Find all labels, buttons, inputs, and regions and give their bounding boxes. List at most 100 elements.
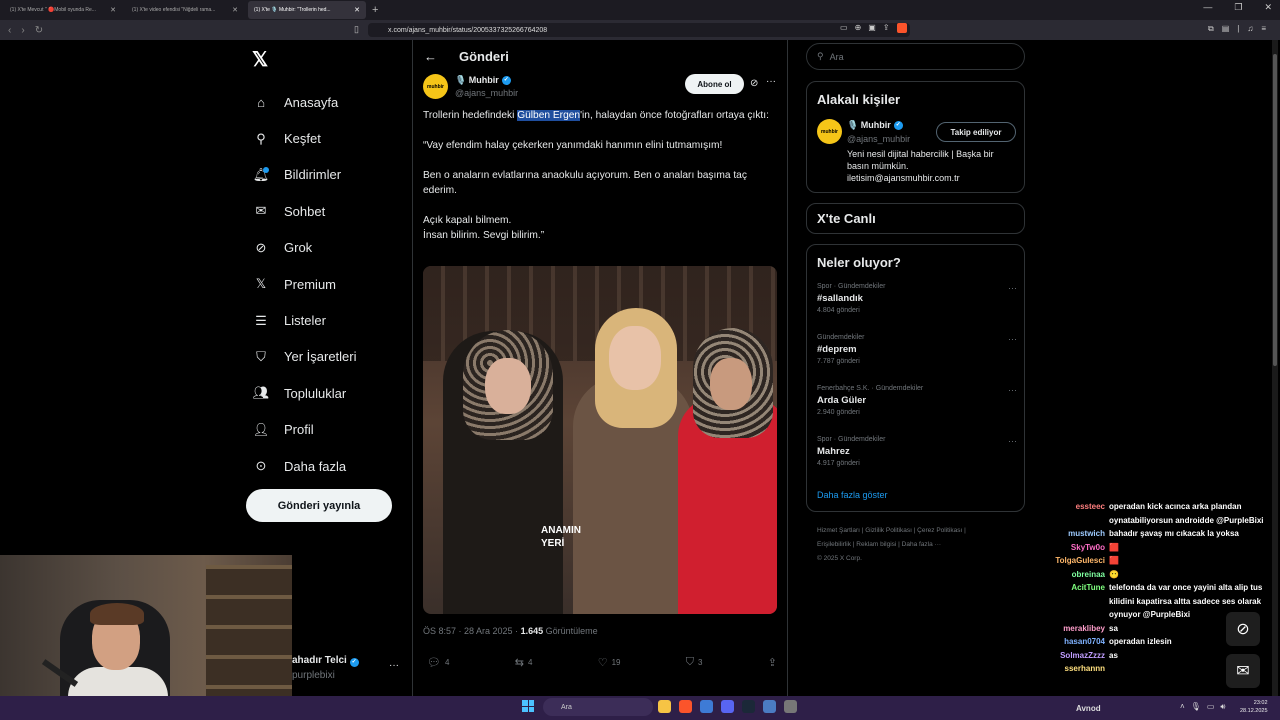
address-bar[interactable]: x.com/ajans_muhbir/status/20053373252667… xyxy=(368,23,910,37)
reload-icon[interactable]: ↻ xyxy=(35,25,43,36)
back-arrow-icon[interactable]: ← xyxy=(424,49,437,64)
grok-icon[interactable]: ⊘ xyxy=(750,78,758,89)
screenshot-icon[interactable]: ▣ xyxy=(868,23,876,33)
author-avatar[interactable]: muhbir xyxy=(423,74,448,99)
bookmark-button[interactable]: ⛉ 3 xyxy=(686,656,703,669)
new-tab-button[interactable]: + xyxy=(372,4,378,16)
bookmark-page-icon[interactable]: ▯ xyxy=(354,24,359,35)
close-tab-icon[interactable]: ✕ xyxy=(110,6,116,14)
more-options-icon[interactable]: ··· xyxy=(766,76,776,87)
footer-link-row[interactable]: Hizmet Şartları | Gizlilik Politikası | … xyxy=(817,524,1017,538)
trend-more-icon[interactable]: ··· xyxy=(1008,283,1017,293)
taskbar-clock[interactable]: 23:02 28.12.2025 xyxy=(1240,699,1268,715)
minimize-icon[interactable]: — xyxy=(1203,2,1212,13)
trend-more-icon[interactable]: ··· xyxy=(1008,334,1017,344)
grok-float-icon[interactable]: ⊘ xyxy=(1226,612,1260,646)
sidebar-item-communities[interactable]: 👥︎ Topluluklar xyxy=(252,375,402,411)
mic-icon[interactable]: 🎙︎ xyxy=(1191,702,1201,712)
messages-float-icon[interactable]: ✉ xyxy=(1226,654,1260,688)
chat-username[interactable]: sserhannn xyxy=(1040,662,1105,676)
post-photo[interactable]: ANAMIN YERİ xyxy=(423,266,777,614)
sidebar-item-notifications[interactable]: 🔔︎ Bildirimler xyxy=(252,157,402,193)
page-scrollbar[interactable] xyxy=(1272,40,1278,696)
wallet-icon[interactable]: ▤ xyxy=(1222,24,1230,34)
chat-username[interactable]: essteec xyxy=(1040,500,1105,527)
windows-start-icon[interactable] xyxy=(522,700,534,712)
following-button[interactable]: Takip ediliyor xyxy=(936,122,1016,142)
chat-message: mustwich bahadır şavaş mı cıkacak la yoks… xyxy=(1040,527,1276,541)
chat-username[interactable]: SolmazZzzz xyxy=(1040,649,1105,663)
trend-item[interactable]: Gündemdekiler #deprem 7.787 gönderi ··· xyxy=(817,334,1017,365)
discord-icon[interactable] xyxy=(721,700,734,713)
scrollbar-thumb[interactable] xyxy=(1273,54,1277,366)
browser-tab[interactable]: (1) X'te video efendisi "Niğdeli rama...… xyxy=(126,1,244,19)
trend-item[interactable]: Spor · Gündemdekiler Mahrez 4.917 gönder… xyxy=(817,436,1017,467)
taskbar-search[interactable]: Ara xyxy=(543,698,653,716)
trend-item[interactable]: Spor · Gündemdekiler #sallandık 4.804 gö… xyxy=(817,283,1017,314)
sidebar-item-home[interactable]: ⌂ Anasayfa xyxy=(252,84,402,120)
music-icon[interactable]: ♫ xyxy=(1247,24,1253,34)
chat-username[interactable]: TolgaGulesci xyxy=(1040,554,1105,568)
reader-icon[interactable]: ▭ xyxy=(840,23,848,33)
close-window-icon[interactable]: ✕ xyxy=(1264,2,1272,13)
x-logo-icon[interactable]: 𝕏 xyxy=(252,47,268,72)
search-input[interactable]: ⚲ Ara xyxy=(806,43,1025,70)
sidebar-item-profile[interactable]: 👤︎ Profil xyxy=(252,412,402,448)
network-icon[interactable]: ▭ xyxy=(1207,702,1215,712)
close-tab-icon[interactable]: ✕ xyxy=(232,6,238,14)
close-tab-icon[interactable]: ✕ xyxy=(354,6,360,14)
like-button[interactable]: ♡ 19 xyxy=(598,656,621,669)
tray-up-icon[interactable]: ˄ xyxy=(1180,702,1185,712)
reply-button[interactable]: 💬︎ 4 xyxy=(427,656,449,669)
chat-username[interactable]: meraklibey xyxy=(1040,622,1105,636)
post-time[interactable]: ÖS 8:57 · 28 Ara 2025 · xyxy=(423,626,521,636)
trend-item[interactable]: Fenerbahçe S.K. · Gündemdekiler Arda Gül… xyxy=(817,385,1017,416)
terminal-icon[interactable] xyxy=(700,700,713,713)
restore-icon[interactable]: ❐ xyxy=(1234,2,1242,13)
volume-icon[interactable]: 🔊︎ xyxy=(1220,702,1225,712)
chat-username[interactable]: mustwich xyxy=(1040,527,1105,541)
repost-button[interactable]: ⇆ 4 xyxy=(515,656,533,669)
sidebar-item-grok[interactable]: ⊘ Grok xyxy=(252,230,402,266)
sidebar-item-more[interactable]: ⊙ Daha fazla xyxy=(252,448,402,484)
brave-icon[interactable] xyxy=(679,700,692,713)
obs-icon[interactable] xyxy=(784,700,797,713)
post-button[interactable]: Gönderi yayınla xyxy=(246,489,392,522)
trend-more-icon[interactable]: ··· xyxy=(1008,385,1017,395)
subscribe-button[interactable]: Abone ol xyxy=(685,74,744,94)
sidebar-item-chat[interactable]: ✉ Sohbet xyxy=(252,193,402,229)
brave-shield-icon[interactable] xyxy=(896,23,907,33)
show-more-link[interactable]: Daha fazla göster xyxy=(817,490,888,500)
steam-icon[interactable] xyxy=(742,700,755,713)
back-icon[interactable]: ‹ xyxy=(8,25,11,36)
share-button[interactable]: ⇪ xyxy=(768,656,777,669)
related-name[interactable]: 🎙️ Muhbir ✓ xyxy=(847,120,903,131)
forward-icon[interactable]: › xyxy=(21,25,24,36)
author-info[interactable]: 🎙️ Muhbir ✓ @ajans_muhbir xyxy=(455,75,518,98)
chat-username[interactable]: AcitTune xyxy=(1040,581,1105,622)
browser-tab-active[interactable]: (1) X'te 🎙️ Muhbir: "Trollerin hed... ✕ xyxy=(248,1,366,19)
edge-icon[interactable] xyxy=(763,700,776,713)
trend-more-icon[interactable]: ··· xyxy=(1008,436,1017,446)
live-card[interactable]: X'te Canlı xyxy=(806,203,1025,234)
zoom-icon[interactable]: ⊕ xyxy=(855,23,862,33)
chat-username[interactable]: SkyTw0o xyxy=(1040,541,1105,555)
file-explorer-icon[interactable] xyxy=(658,700,671,713)
menu-icon[interactable]: ≡ xyxy=(1261,24,1266,34)
share-icon[interactable]: ⇪ xyxy=(883,23,890,33)
chat-username[interactable]: hasan0704 xyxy=(1040,635,1105,649)
sidebar-item-explore[interactable]: ⚲ Keşfet xyxy=(252,120,402,156)
sidebar-item-premium[interactable]: 𝕏 Premium xyxy=(252,266,402,302)
related-avatar[interactable]: muhbir xyxy=(817,119,842,144)
trend-title: Arda Güler xyxy=(817,395,867,406)
grok-icon: ⊘ xyxy=(255,239,267,255)
chat-username[interactable]: obreinaa xyxy=(1040,568,1105,582)
extensions-icon[interactable]: ⧉ xyxy=(1208,24,1214,34)
footer-link-row[interactable]: Erişilebilirlik | Reklam bilgisi | Daha … xyxy=(817,538,1017,552)
sidebar-item-lists[interactable]: ☰ Listeler xyxy=(252,302,402,338)
highlighted-text[interactable]: Gülben Ergen xyxy=(517,110,581,121)
sidebar-item-bookmarks[interactable]: ⛉ Yer İşaretleri xyxy=(252,339,402,375)
browser-tab[interactable]: (1) X'te Mevcut " 🔴Mobil oyunda Re... ✕ xyxy=(4,1,122,19)
account-more-icon[interactable]: ··· xyxy=(389,660,399,671)
account-switcher[interactable]: ahadır Telci ✓ purplebixi xyxy=(292,655,359,681)
